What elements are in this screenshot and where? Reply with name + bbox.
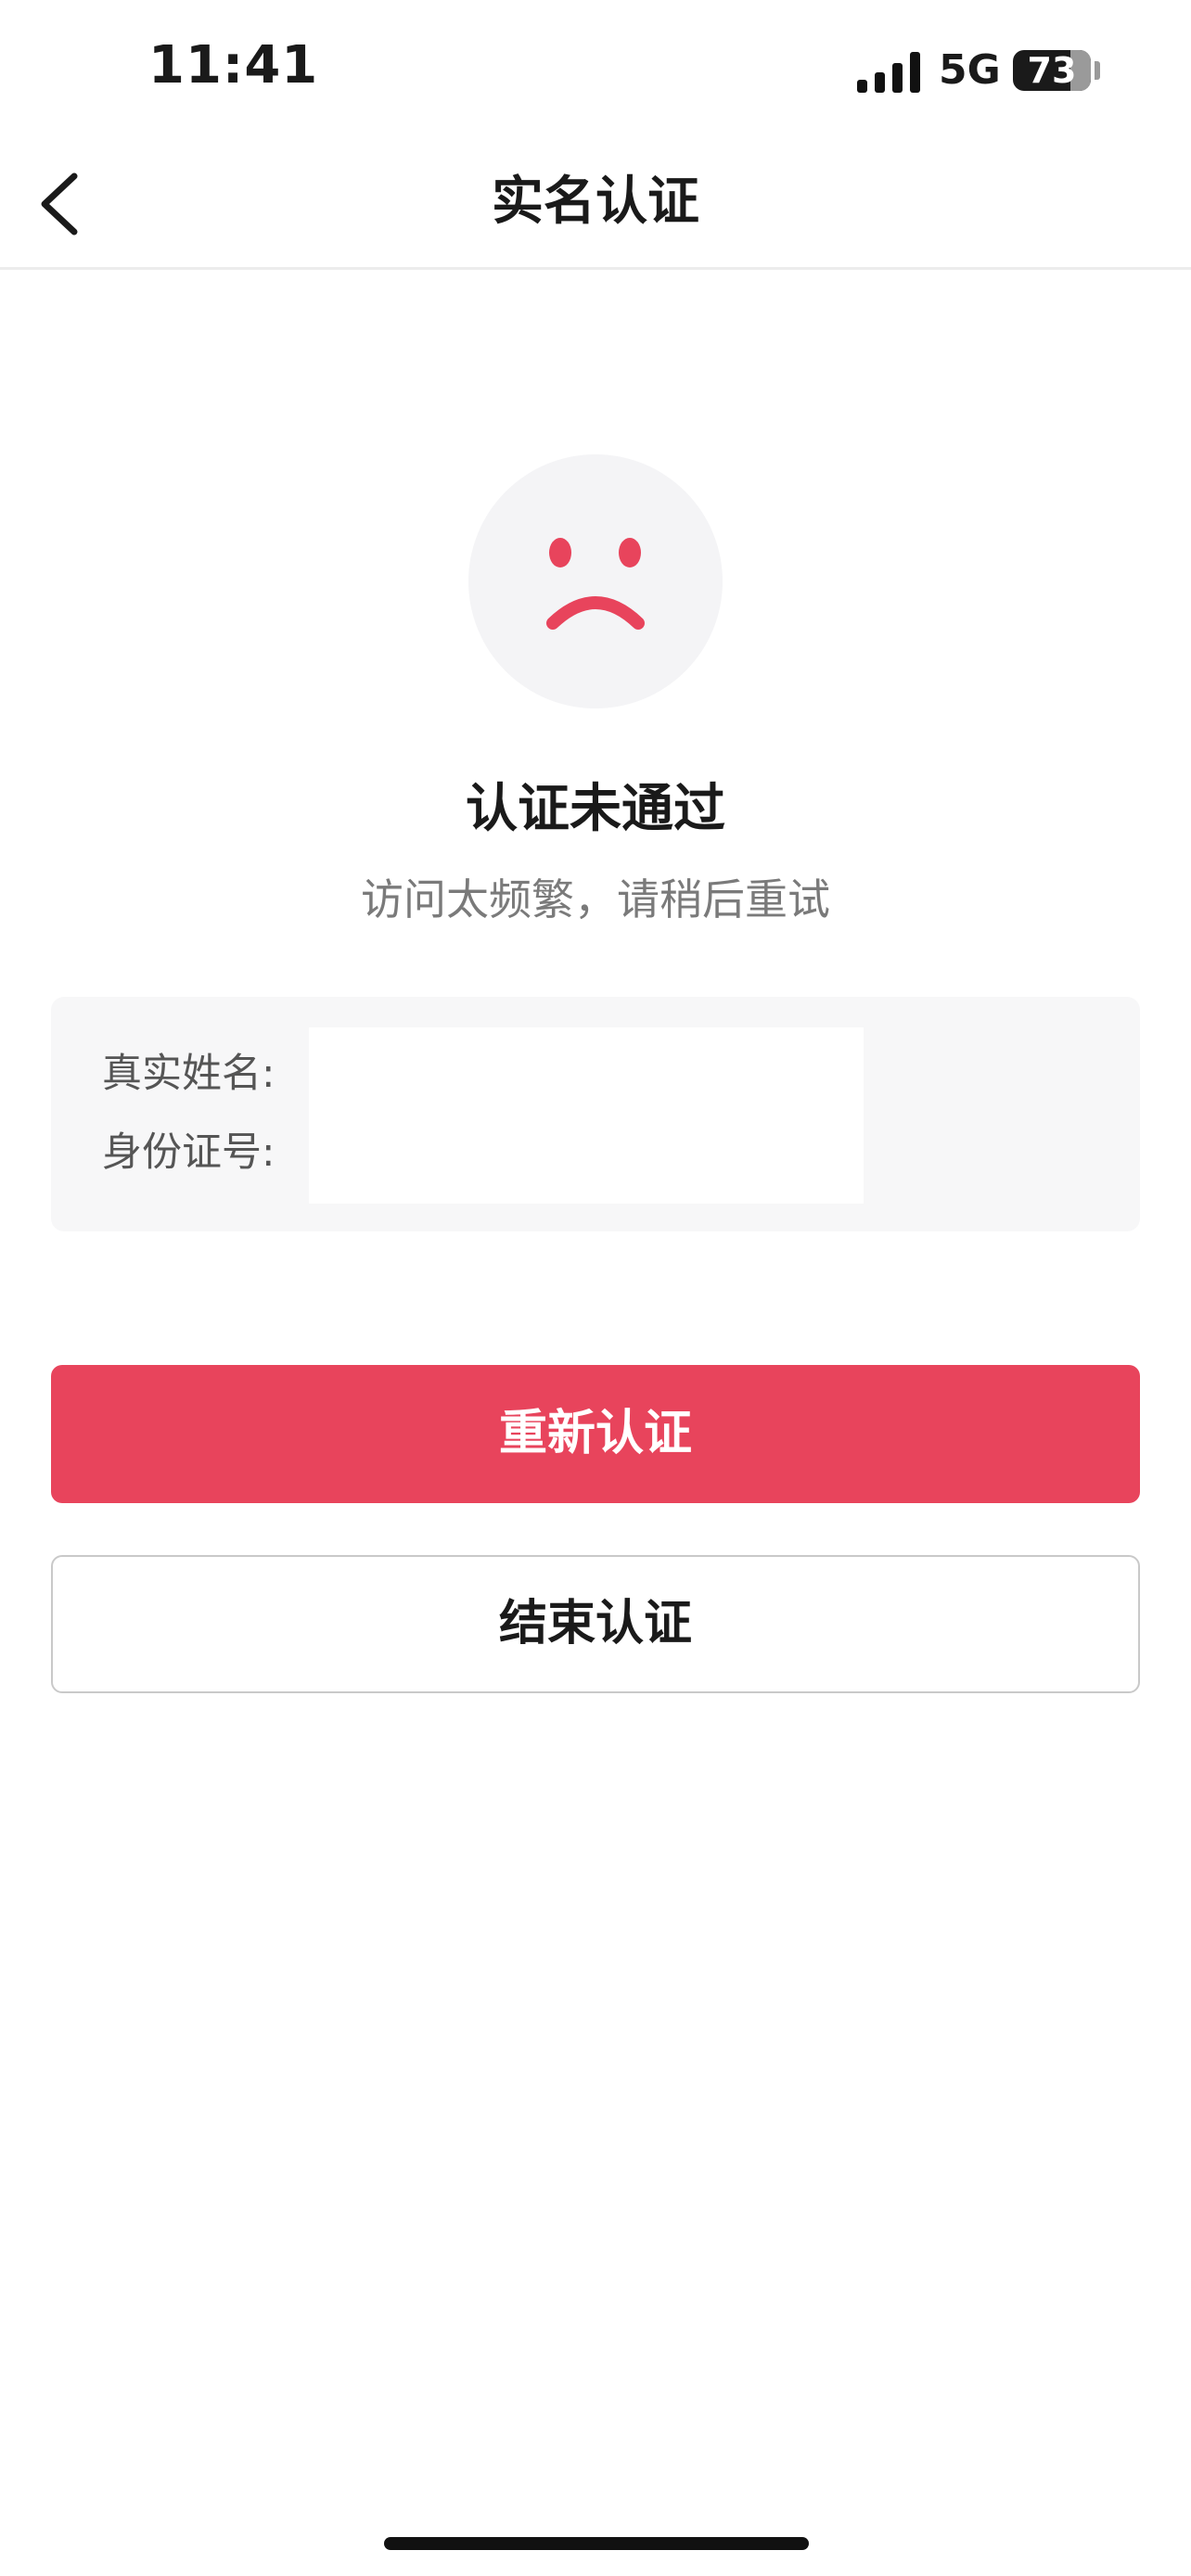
result-title: 认证未通过 (466, 779, 725, 839)
network-type: 5G (939, 46, 1001, 94)
battery-cap (1095, 61, 1100, 80)
battery-icon: 73 (1013, 50, 1091, 91)
id-number-label: 身份证号: (102, 1129, 275, 1176)
info-card: 真实姓名: 身份证号: (51, 997, 1140, 1231)
home-indicator[interactable] (384, 2537, 809, 2550)
battery-level: 73 (1027, 50, 1077, 91)
result-message: 访问太频繁，请稍后重试 (361, 874, 830, 925)
signal-icon (857, 50, 920, 93)
status-time: 11:41 (148, 35, 319, 96)
end-verification-button[interactable]: 结束认证 (51, 1555, 1140, 1693)
nav-bar: 实名认证 (0, 139, 1191, 270)
status-bar: 11:41 5G 73 (0, 0, 1191, 139)
real-name-label: 真实姓名: (102, 1051, 275, 1097)
sad-face-icon (468, 454, 723, 708)
page-title: 实名认证 (492, 172, 699, 232)
redacted-info (309, 1027, 864, 1204)
retry-verification-button[interactable]: 重新认证 (51, 1365, 1140, 1503)
